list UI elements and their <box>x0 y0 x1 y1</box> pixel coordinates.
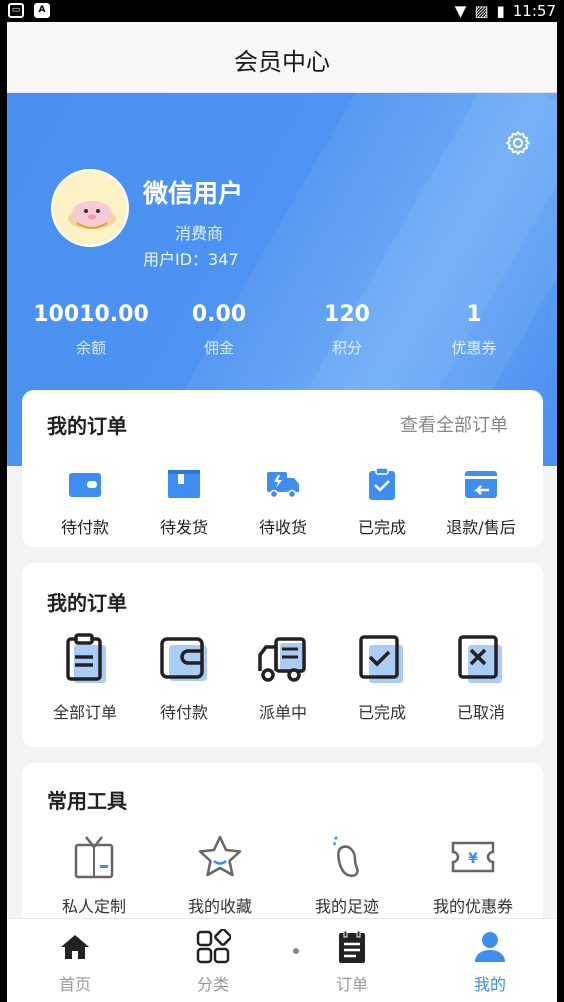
coupon-icon: ¥ <box>451 841 495 873</box>
user-id: 用户ID：347 <box>143 250 239 269</box>
settings-gear-icon[interactable] <box>504 129 532 157</box>
star-icon <box>198 835 242 877</box>
order-item-label: 待付款 <box>60 518 109 537</box>
tab-label: 首页 <box>58 975 91 994</box>
order-item-label: 已取消 <box>456 703 505 722</box>
order-item-label: 已完成 <box>357 703 406 722</box>
stat-label: 余额 <box>75 339 106 357</box>
user-icon <box>475 932 505 962</box>
order-pending-payment[interactable]: 待付款 <box>35 466 135 538</box>
notification-icon: ▭ <box>8 3 24 18</box>
stat-value: 1 <box>466 302 482 327</box>
orders-card-secondary: 我的订单 全部订单 待付款 派单中 已完成 已取消 <box>22 563 543 747</box>
order-pending-shipment[interactable]: 待发货 <box>134 466 234 538</box>
refund-icon <box>465 471 497 498</box>
view-all-orders-link[interactable]: 查看全部订单 <box>400 411 508 437</box>
tab-category[interactable]: 分类 <box>173 929 253 995</box>
app-screen: 会员中心 微信用户 消费商 用户ID：347 10010.00 余额 0.00 … <box>7 22 557 1002</box>
tab-home[interactable]: 首页 <box>35 929 115 995</box>
bottom-tab-bar: 首页 分类 订单 我的 <box>7 918 557 1002</box>
order-all[interactable]: 全部订单 <box>35 633 135 723</box>
stat-label: 积分 <box>331 339 362 357</box>
tools-card-title: 常用工具 <box>47 789 127 813</box>
tool-label: 我的收藏 <box>187 897 252 916</box>
order-completed[interactable]: 已完成 <box>332 466 432 538</box>
category-icon <box>196 929 231 964</box>
clock: 11:57 <box>512 2 556 20</box>
tool-label: 私人定制 <box>61 897 126 916</box>
wallet-icon <box>160 637 207 681</box>
stat-value: 120 <box>324 302 370 327</box>
truck-icon <box>267 472 299 499</box>
wifi-icon: ▼ <box>454 2 467 20</box>
clipboard-icon <box>66 633 106 683</box>
tool-my-coupons[interactable]: ¥ 我的优惠券 <box>423 833 523 917</box>
order-item-label: 全部订单 <box>52 703 117 722</box>
order-pending-receipt[interactable]: 待收货 <box>233 466 333 538</box>
delivery-truck-icon <box>258 637 306 682</box>
tab-label: 分类 <box>196 975 229 994</box>
order-item-label: 退款/售后 <box>446 518 516 537</box>
wallet-icon <box>69 473 101 497</box>
orders-card: 我的订单 查看全部订单 待付款 待发货 待收货 已完成 退款/售后 <box>22 390 543 547</box>
avatar[interactable] <box>51 169 129 247</box>
footprint-icon <box>333 836 359 877</box>
user-role: 消费商 <box>175 224 224 243</box>
suit-icon <box>74 836 114 879</box>
svg-text:¥: ¥ <box>468 851 478 867</box>
orders-card2-title: 我的订单 <box>47 591 127 615</box>
cancel-box-icon <box>458 635 502 683</box>
tool-label: 我的足迹 <box>314 897 379 916</box>
gesture-dot <box>293 948 299 954</box>
orders-card-title: 我的订单 <box>47 414 127 438</box>
status-bar: ▭ A ▼ ▨ ▮ 11:57 <box>0 0 564 22</box>
tool-label: 我的优惠券 <box>432 897 513 916</box>
tab-label: 订单 <box>335 975 368 994</box>
order-item-label: 待付款 <box>159 703 208 722</box>
checkbox-icon <box>359 635 403 683</box>
order-item-label: 待收货 <box>258 518 307 537</box>
page-title: 会员中心 <box>234 48 330 76</box>
battery-icon: ▮ <box>496 2 505 20</box>
stat-commission[interactable]: 0.00 佣金 <box>149 302 289 358</box>
stat-value: 0.00 <box>191 302 247 327</box>
user-nickname: 微信用户 <box>143 179 244 208</box>
order-pending-payment-2[interactable]: 待付款 <box>134 633 234 723</box>
order-cancelled[interactable]: 已取消 <box>431 633 531 723</box>
stat-points[interactable]: 120 积分 <box>277 302 417 358</box>
tool-footprints[interactable]: 我的足迹 <box>297 833 397 917</box>
order-refund[interactable]: 退款/售后 <box>431 466 531 538</box>
order-item-label: 待发货 <box>159 518 208 537</box>
order-completed-2[interactable]: 已完成 <box>332 633 432 723</box>
order-item-label: 已完成 <box>357 518 406 537</box>
tool-favorites[interactable]: 我的收藏 <box>170 833 270 917</box>
top-bar: 会员中心 <box>7 22 557 93</box>
tab-orders[interactable]: 订单 <box>312 929 392 995</box>
stat-value: 10010.00 <box>33 302 149 327</box>
app-a-icon: A <box>34 3 50 18</box>
order-icon <box>339 930 365 963</box>
clipboard-check-icon <box>369 467 395 500</box>
stat-label: 佣金 <box>203 339 234 357</box>
account-stats: 10010.00 余额 0.00 佣金 120 积分 1 优惠券 <box>7 302 557 372</box>
tool-private-custom[interactable]: 私人定制 <box>44 833 144 917</box>
order-item-label: 派单中 <box>258 703 307 722</box>
order-dispatching[interactable]: 派单中 <box>233 633 333 723</box>
package-icon <box>168 470 200 498</box>
tab-label: 我的 <box>473 975 506 994</box>
stat-coupons[interactable]: 1 优惠券 <box>404 302 544 358</box>
stat-label: 优惠券 <box>451 339 497 357</box>
tab-mine[interactable]: 我的 <box>450 929 530 995</box>
no-sim-icon: ▨ <box>474 2 489 20</box>
home-icon <box>61 935 89 959</box>
stat-balance[interactable]: 10010.00 余额 <box>21 302 161 358</box>
